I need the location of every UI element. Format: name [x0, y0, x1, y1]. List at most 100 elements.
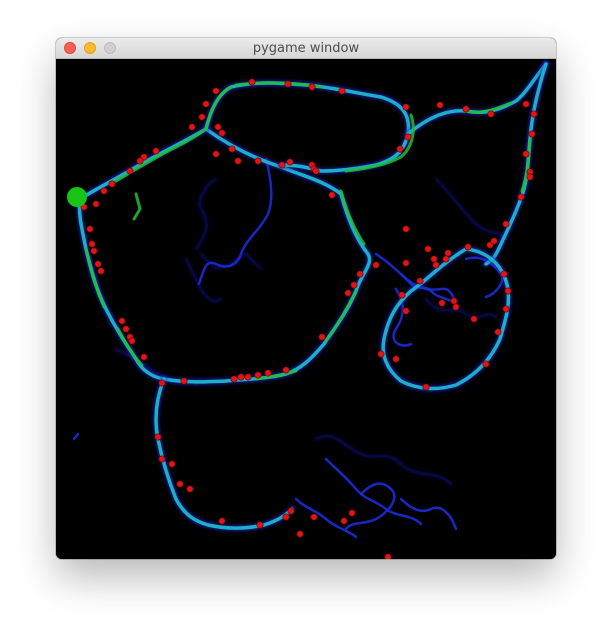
trail-node [286, 158, 294, 166]
trail-node [234, 157, 242, 165]
game-canvas[interactable] [56, 59, 556, 559]
trail-node [526, 173, 534, 181]
trail-node [522, 100, 530, 108]
blue-trail-8 [399, 497, 458, 531]
agent-marker [67, 187, 87, 207]
trail-node [430, 255, 438, 263]
dark-trail-1 [194, 177, 218, 251]
trail-node [396, 145, 404, 153]
green-trail-4 [339, 189, 366, 246]
dark-trail-7 [184, 257, 223, 303]
trail-node [284, 80, 292, 88]
trail-node [212, 87, 220, 95]
trail-nodes [80, 78, 538, 559]
trail-node [218, 517, 226, 525]
trail-node [244, 373, 252, 381]
trail-node [356, 270, 364, 278]
trail-node [296, 530, 304, 538]
trail-node [530, 110, 538, 118]
trail-node [500, 270, 508, 278]
blue-trail-9 [72, 432, 80, 441]
cyan-trails [76, 60, 550, 532]
trail-node [168, 460, 176, 468]
trail-node [442, 255, 450, 263]
trail-node [318, 333, 326, 341]
dark-trail-5 [424, 297, 498, 320]
trail-node [128, 337, 136, 345]
trail-node [452, 303, 460, 311]
window-title: pygame window [252, 41, 360, 56]
trail-node [436, 101, 444, 109]
cyan-trail-2 [204, 81, 411, 173]
trail-node [97, 267, 105, 275]
trail-node [377, 350, 385, 358]
trail-node [180, 377, 188, 385]
trail-node [154, 433, 162, 441]
trail-node [384, 553, 392, 559]
dark-trail-4 [314, 434, 453, 486]
trail-node [372, 261, 380, 269]
trail-node [287, 507, 295, 515]
trail-node [517, 193, 525, 201]
trail-node [338, 87, 346, 95]
trail-node [402, 225, 410, 233]
trail-node [86, 225, 94, 233]
simulation-view [67, 60, 550, 559]
trail-node [312, 167, 320, 175]
trail-node [188, 123, 196, 131]
trail-node [340, 517, 348, 525]
trail-node [198, 113, 206, 121]
trail-node [522, 150, 530, 158]
trail-node [92, 200, 100, 208]
trail-node [398, 291, 406, 299]
trail-node [118, 317, 126, 325]
trail-node [487, 110, 495, 118]
trail-node [490, 237, 498, 245]
cyan-halo-6 [152, 375, 296, 532]
trail-node [348, 509, 356, 517]
trail-node [482, 360, 490, 368]
trail-node [152, 147, 160, 155]
blue-trail-7 [344, 482, 396, 531]
trail-node [402, 259, 410, 267]
trail-node [100, 187, 108, 195]
trail-node [402, 103, 410, 111]
trail-node [264, 369, 272, 377]
trail-node [392, 355, 400, 363]
trail-node [404, 133, 412, 141]
trail-node [228, 145, 236, 153]
trail-node [214, 123, 222, 131]
trail-node [248, 78, 256, 86]
trail-node [90, 247, 98, 255]
trail-node [470, 315, 478, 323]
trail-node [158, 379, 166, 387]
trail-node [438, 299, 446, 307]
trail-node [88, 240, 96, 248]
trail-node [328, 191, 336, 199]
green-trails [84, 81, 532, 381]
trail-node [230, 375, 238, 383]
trail-node [256, 521, 264, 529]
trail-node [254, 371, 262, 379]
trail-node [176, 480, 184, 488]
trail-node [136, 157, 144, 165]
trail-node [350, 281, 358, 289]
green-trail-5 [324, 289, 358, 343]
trail-node [402, 307, 410, 315]
trail-node [94, 260, 102, 268]
trail-node [282, 366, 290, 374]
trail-node [212, 150, 220, 158]
trail-node [504, 287, 512, 295]
trail-node [282, 513, 290, 521]
app-window: pygame window [56, 38, 556, 559]
trail-node [218, 129, 226, 137]
trail-node [416, 277, 424, 285]
trail-node [502, 305, 510, 313]
title-bar[interactable]: pygame window [56, 38, 556, 59]
blue-trails [72, 157, 504, 539]
trail-node [202, 100, 210, 108]
trail-node [444, 249, 452, 257]
trail-node [254, 157, 262, 165]
trail-node [494, 328, 502, 336]
trail-node [186, 485, 194, 493]
